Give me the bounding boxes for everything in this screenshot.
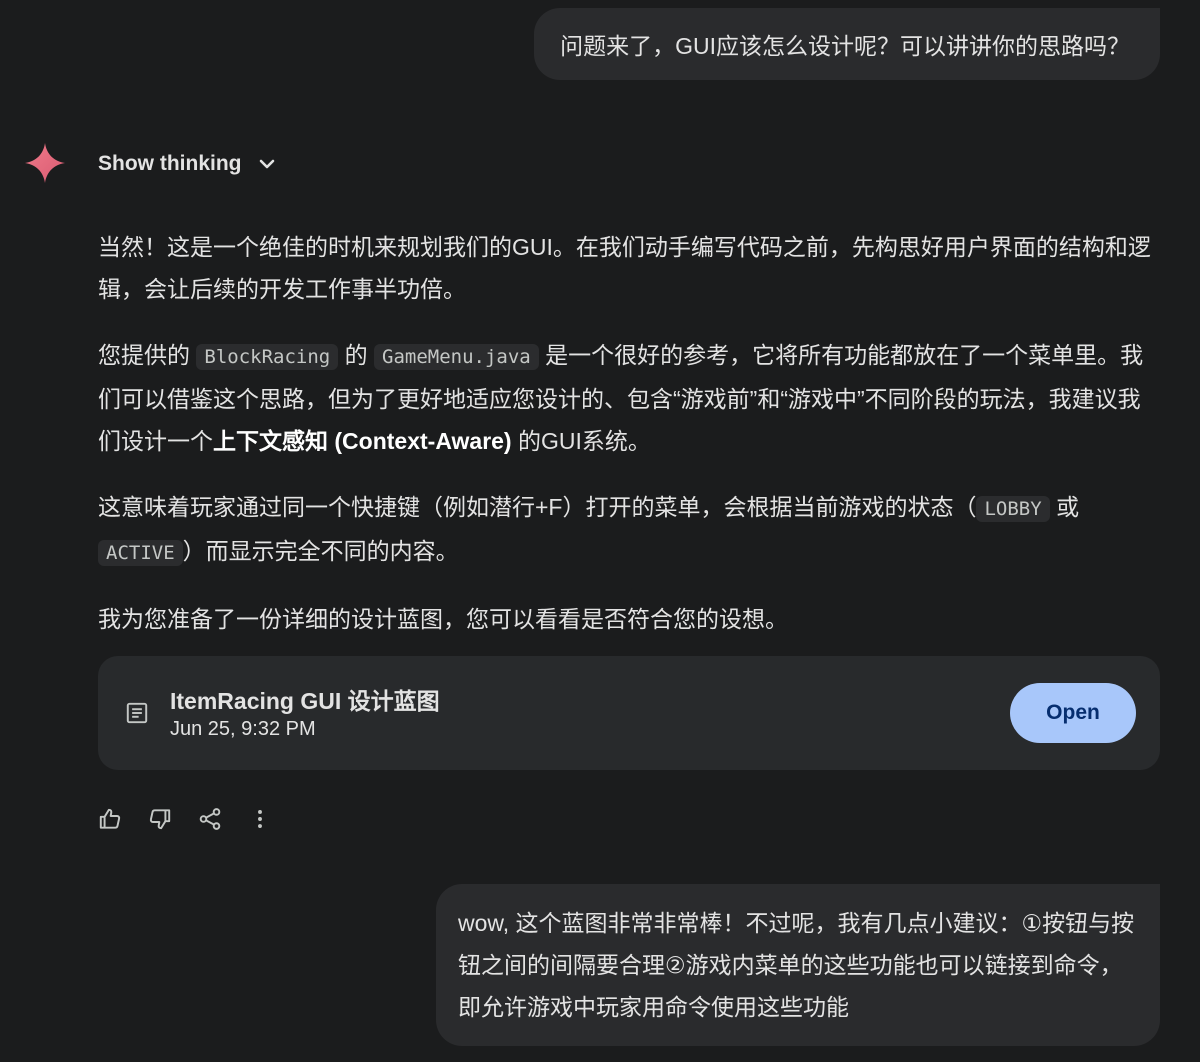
response-text: ）而显示完全不同的内容。 bbox=[182, 538, 459, 564]
bold-text: 上下文感知 (Context-Aware) bbox=[213, 428, 512, 454]
more-vert-icon bbox=[258, 810, 262, 828]
chevron-down-icon bbox=[260, 159, 275, 169]
response-text: 您提供的 bbox=[98, 342, 190, 368]
user-message-text: 问题来了，GUI应该怎么设计呢？可以讲讲你的思路吗？ bbox=[560, 33, 1130, 59]
response-paragraph: 当然！这是一个绝佳的时机来规划我们的GUI。在我们动手编写代码之前，先构思好用户… bbox=[98, 226, 1162, 310]
share-icon bbox=[199, 808, 221, 830]
inline-code: GameMenu.java bbox=[374, 344, 539, 370]
user-message-bubble: wow, 这个蓝图非常非常棒！不过呢，我有几点小建议：①按钮与按钮之间的间隔要合… bbox=[436, 884, 1160, 1046]
user-message-text: wow, 这个蓝图非常非常棒！不过呢，我有几点小建议：①按钮与按钮之间的间隔要合… bbox=[458, 910, 1135, 1020]
thumbs-down-button[interactable] bbox=[146, 805, 174, 833]
response-actions bbox=[96, 802, 274, 836]
document-date: Jun 25, 9:32 PM bbox=[170, 718, 316, 740]
response-paragraph: 您提供的 BlockRacing 的 GameMenu.java 是一个很好的参… bbox=[98, 334, 1162, 462]
document-card[interactable]: ItemRacing GUI 设计蓝图 Jun 25, 9:32 PM Open bbox=[98, 656, 1160, 770]
inline-code: BlockRacing bbox=[196, 344, 339, 370]
show-thinking-label: Show thinking bbox=[98, 152, 242, 175]
chat-page: 问题来了，GUI应该怎么设计呢？可以讲讲你的思路吗？ Show thinking… bbox=[0, 0, 1200, 1062]
inline-code: LOBBY bbox=[976, 496, 1050, 522]
response-paragraph: 这意味着玩家通过同一个快捷键（例如潜行+F）打开的菜单，会根据当前游戏的状态（ L… bbox=[98, 486, 1162, 574]
user-message-bubble: 问题来了，GUI应该怎么设计呢？可以讲讲你的思路吗？ bbox=[534, 8, 1160, 80]
response-text: 的GUI系统。 bbox=[518, 428, 651, 454]
thumbs-up-icon bbox=[99, 808, 121, 829]
thumbs-down-icon bbox=[149, 809, 171, 830]
open-document-button[interactable]: Open bbox=[1010, 683, 1136, 743]
share-button[interactable] bbox=[196, 805, 224, 833]
thumbs-up-button[interactable] bbox=[96, 805, 124, 833]
document-icon bbox=[126, 702, 148, 724]
response-text: 当然！这是一个绝佳的时机来规划我们的GUI。在我们动手编写代码之前，先构思好用户… bbox=[98, 234, 1151, 302]
inline-code: ACTIVE bbox=[98, 540, 183, 566]
response-paragraph: 我为您准备了一份详细的设计蓝图，您可以看看是否符合您的设想。 bbox=[98, 598, 1162, 640]
model-response: 当然！这是一个绝佳的时机来规划我们的GUI。在我们动手编写代码之前，先构思好用户… bbox=[98, 226, 1162, 664]
gemini-spark-icon bbox=[25, 143, 65, 183]
more-options-button[interactable] bbox=[246, 805, 274, 833]
response-text: 我为您准备了一份详细的设计蓝图，您可以看看是否符合您的设想。 bbox=[98, 606, 788, 632]
document-title: ItemRacing GUI 设计蓝图 bbox=[170, 688, 440, 714]
response-text: 这意味着玩家通过同一个快捷键（例如潜行+F）打开的菜单，会根据当前游戏的状态（ bbox=[98, 494, 977, 520]
show-thinking-toggle[interactable]: Show thinking bbox=[98, 148, 279, 180]
response-text: 或 bbox=[1056, 494, 1080, 520]
response-text: 的 bbox=[344, 342, 368, 368]
